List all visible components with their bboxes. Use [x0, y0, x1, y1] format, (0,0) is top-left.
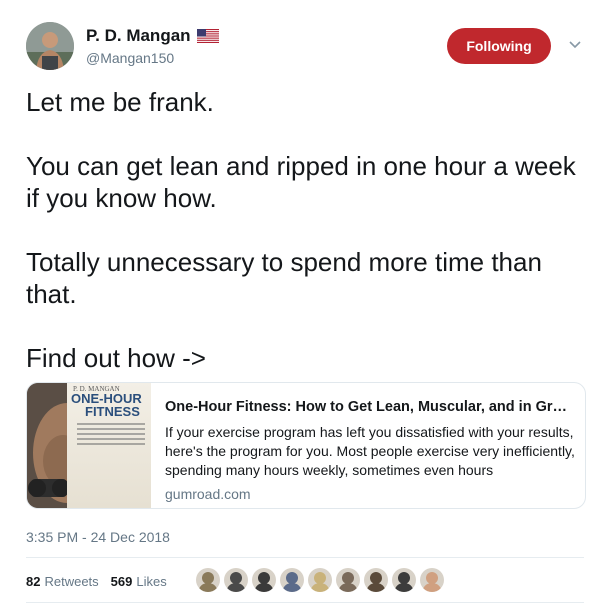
liker-avatar[interactable] — [280, 568, 304, 592]
retweets-label: Retweets — [44, 574, 99, 589]
user-handle[interactable]: @Mangan150 — [86, 50, 174, 66]
us-flag-icon — [196, 29, 219, 43]
display-name[interactable]: P. D. Mangan — [86, 26, 191, 46]
card-thumbnail: P. D. MANGAN ONE-HOUR FITNESS — [27, 383, 151, 508]
avatar[interactable] — [26, 22, 74, 70]
liker-avatar[interactable] — [252, 568, 276, 592]
user-name-row: P. D. Mangan — [86, 26, 219, 46]
likes-stat[interactable]: 569 Likes — [111, 574, 167, 589]
card-body: One-Hour Fitness: How to Get Lean, Muscu… — [151, 383, 585, 508]
book-title-line2: FITNESS — [85, 404, 140, 419]
chevron-down-icon[interactable] — [568, 38, 582, 52]
liker-avatar[interactable] — [420, 568, 444, 592]
divider-bottom — [26, 602, 584, 603]
tweet-stats: 82 Retweets 569 Likes — [26, 574, 179, 589]
liker-avatar[interactable] — [196, 568, 220, 592]
avatar-photo — [26, 22, 74, 70]
likes-count: 569 — [110, 574, 133, 589]
liker-avatar[interactable] — [308, 568, 332, 592]
card-title: One-Hour Fitness: How to Get Lean, Muscu… — [165, 399, 575, 415]
liker-avatar[interactable] — [224, 568, 248, 592]
likes-label: Likes — [136, 574, 167, 589]
divider-top — [26, 557, 584, 558]
tweet-timestamp[interactable]: 3:35 PM - 24 Dec 2018 — [26, 529, 170, 545]
liker-avatar[interactable] — [364, 568, 388, 592]
link-card[interactable]: P. D. MANGAN ONE-HOUR FITNESS One-Hour F… — [26, 382, 586, 509]
liker-avatar[interactable] — [392, 568, 416, 592]
liker-avatars — [196, 568, 448, 592]
book-subtitle-lines — [77, 423, 145, 448]
card-domain: gumroad.com — [165, 486, 251, 502]
retweets-stat[interactable]: 82 Retweets — [26, 574, 99, 589]
retweets-count: 82 — [26, 574, 41, 589]
following-button[interactable]: Following — [447, 28, 551, 64]
liker-avatar[interactable] — [336, 568, 360, 592]
card-description: If your exercise program has left you di… — [165, 424, 575, 478]
tweet-text: Let me be frank. You can get lean and ri… — [26, 87, 576, 373]
